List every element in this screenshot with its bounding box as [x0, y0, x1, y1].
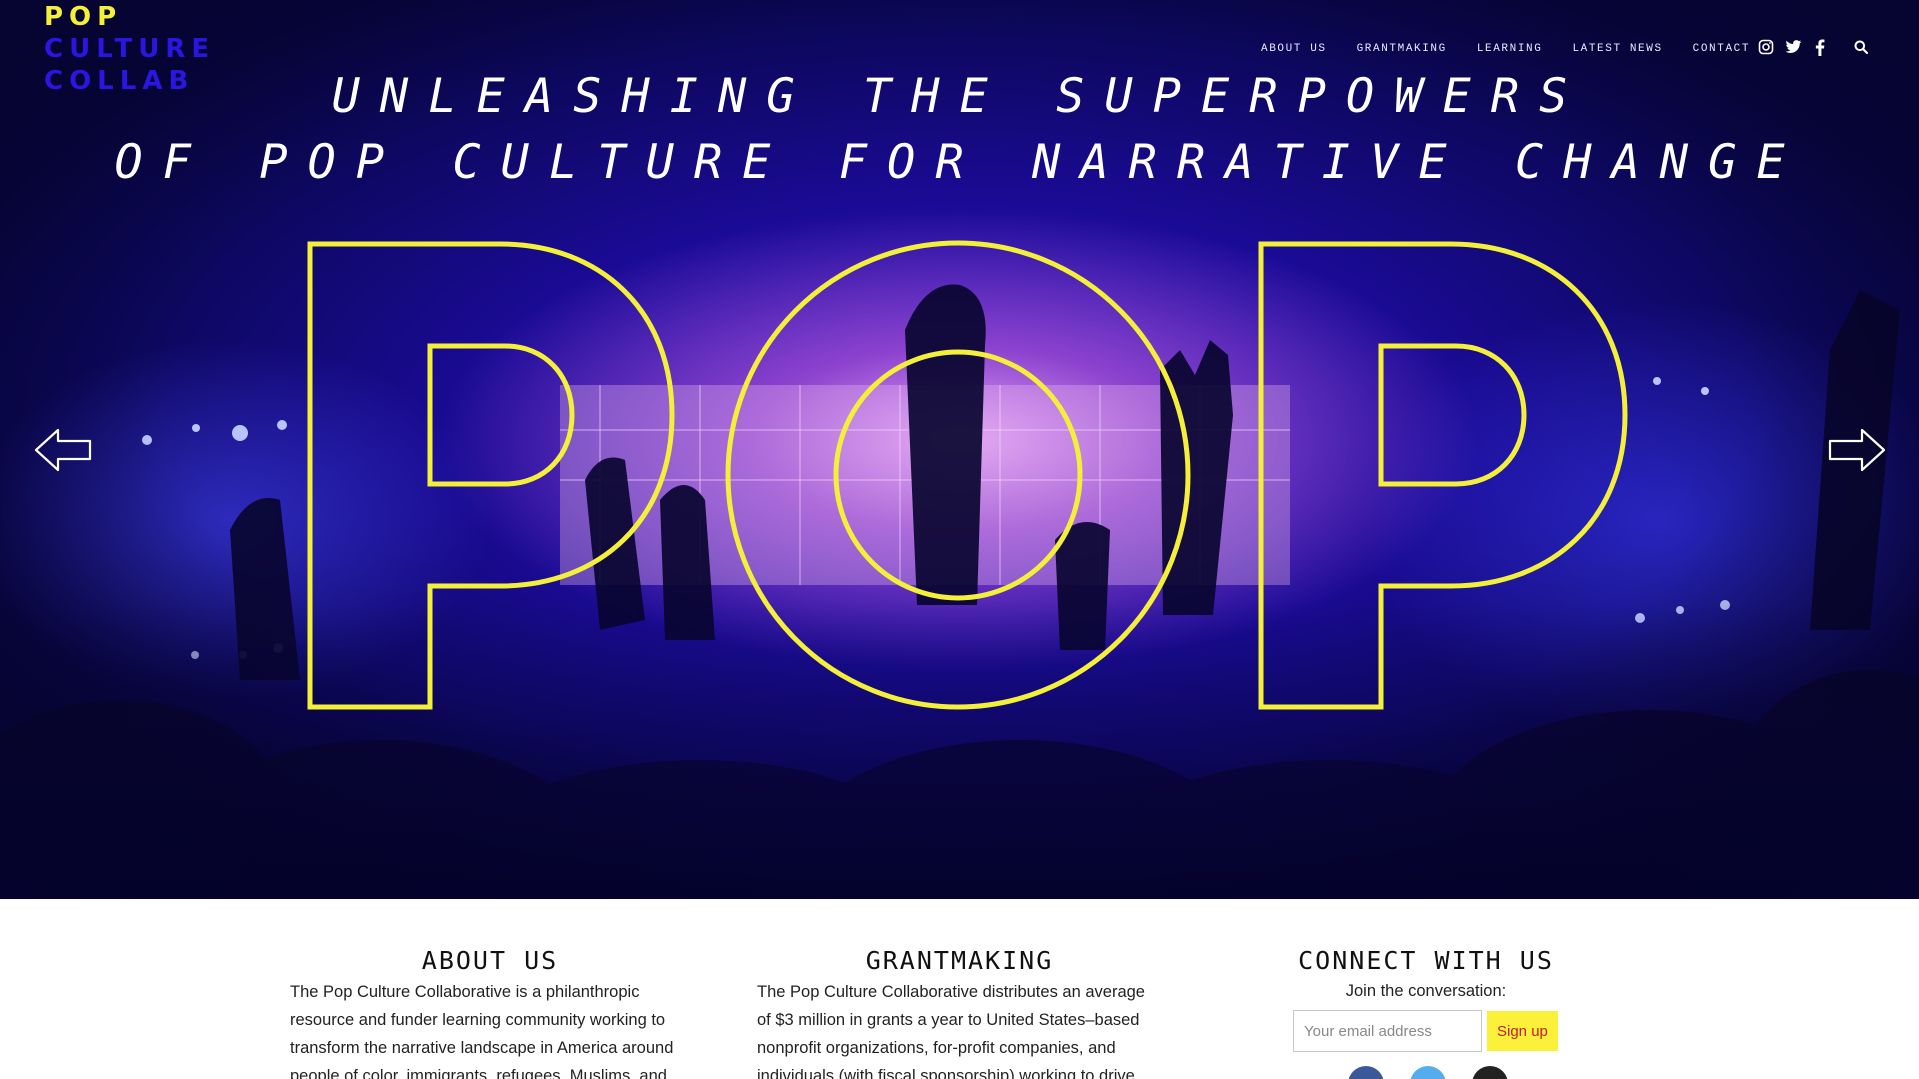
logo-line-culture: CULTURE [44, 34, 216, 64]
main-navigation: ABOUT US GRANTMAKING LEARNING LATEST NEW… [1261, 40, 1780, 58]
nav-about-us[interactable]: ABOUT US [1261, 43, 1327, 55]
connect-title: CONNECT WITH US [1298, 946, 1554, 975]
about-us-text: The Pop Culture Collaborative is a phila… [290, 983, 674, 1079]
arrow-right-icon[interactable] [1828, 428, 1886, 472]
nav-grantmaking[interactable]: GRANTMAKING [1357, 43, 1447, 55]
newsletter-form: Sign up [1293, 1010, 1596, 1052]
arrow-left-icon[interactable] [34, 428, 92, 472]
twitter-icon[interactable] [1410, 1066, 1446, 1079]
search-icon[interactable] [1852, 38, 1870, 56]
facebook-icon[interactable] [1811, 38, 1829, 56]
hero-headline: UNLEASHING THE SUPERPOWERS OF POP CULTUR… [0, 64, 1919, 196]
about-us-section: ABOUT US The Pop Culture Collaborative i… [290, 946, 690, 1079]
about-us-title: ABOUT US [421, 946, 559, 975]
nav-contact[interactable]: CONTACT [1693, 43, 1750, 55]
grantmaking-section: GRANTMAKING The Pop Culture Collaborativ… [757, 946, 1162, 1079]
footer-social-links [1348, 1066, 1534, 1079]
connect-subtitle: Join the conversation: [1345, 982, 1507, 1000]
hero-slider: POP CULTURE COLLAB ABOUT US GRANTMAKING … [0, 0, 1919, 899]
facebook-icon[interactable] [1348, 1066, 1384, 1079]
header-social-links [1757, 38, 1838, 56]
twitter-icon[interactable] [1784, 38, 1802, 56]
nav-learning[interactable]: LEARNING [1477, 43, 1543, 55]
instagram-icon[interactable] [1757, 38, 1775, 56]
logo-line-pop: POP [44, 2, 123, 32]
signup-button[interactable]: Sign up [1487, 1011, 1558, 1051]
connect-section: CONNECT WITH US Join the conversation: S… [1256, 946, 1596, 1079]
hero-headline-line-2: OF POP CULTURE FOR NARRATIVE CHANGE [114, 135, 1805, 190]
hero-headline-line-1: UNLEASHING THE SUPERPOWERS [331, 69, 1588, 124]
instagram-icon[interactable] [1472, 1066, 1508, 1079]
grantmaking-title: GRANTMAKING [865, 946, 1054, 975]
email-field[interactable] [1293, 1010, 1482, 1052]
grantmaking-text: The Pop Culture Collaborative distribute… [757, 983, 1145, 1079]
nav-latest-news[interactable]: LATEST NEWS [1572, 43, 1662, 55]
